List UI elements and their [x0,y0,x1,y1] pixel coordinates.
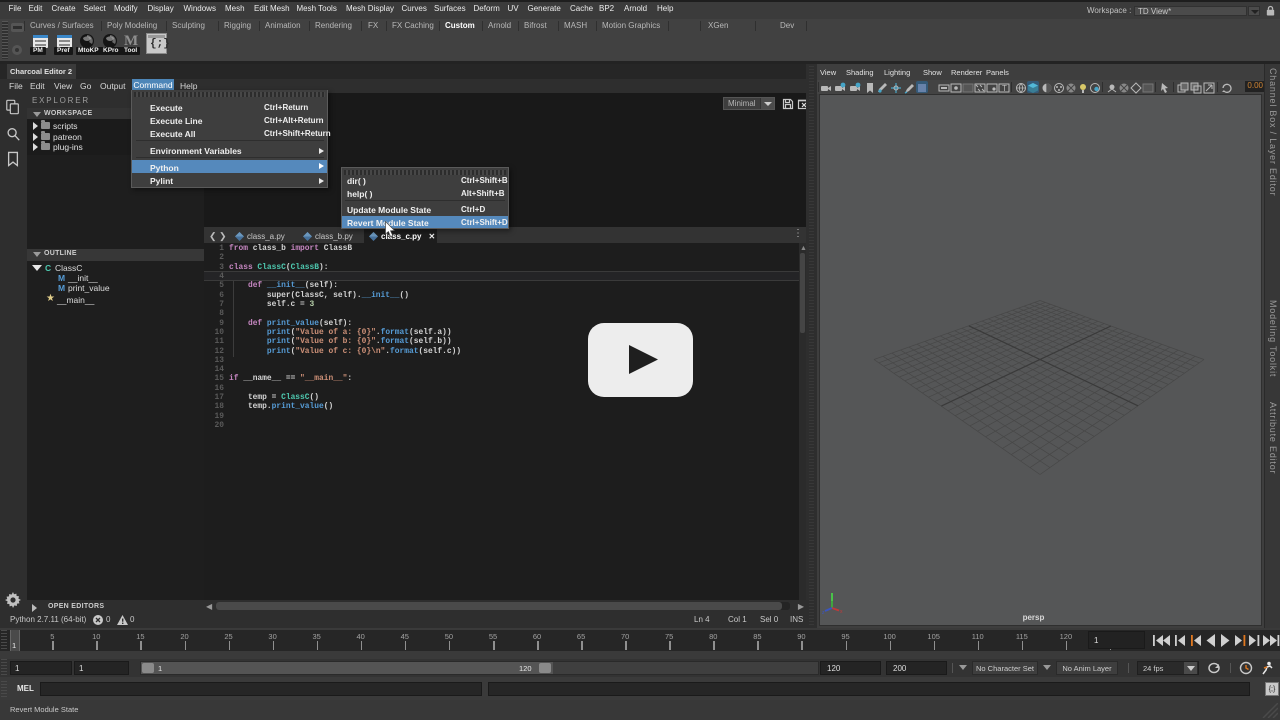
svg-text:T: T [1002,84,1007,93]
